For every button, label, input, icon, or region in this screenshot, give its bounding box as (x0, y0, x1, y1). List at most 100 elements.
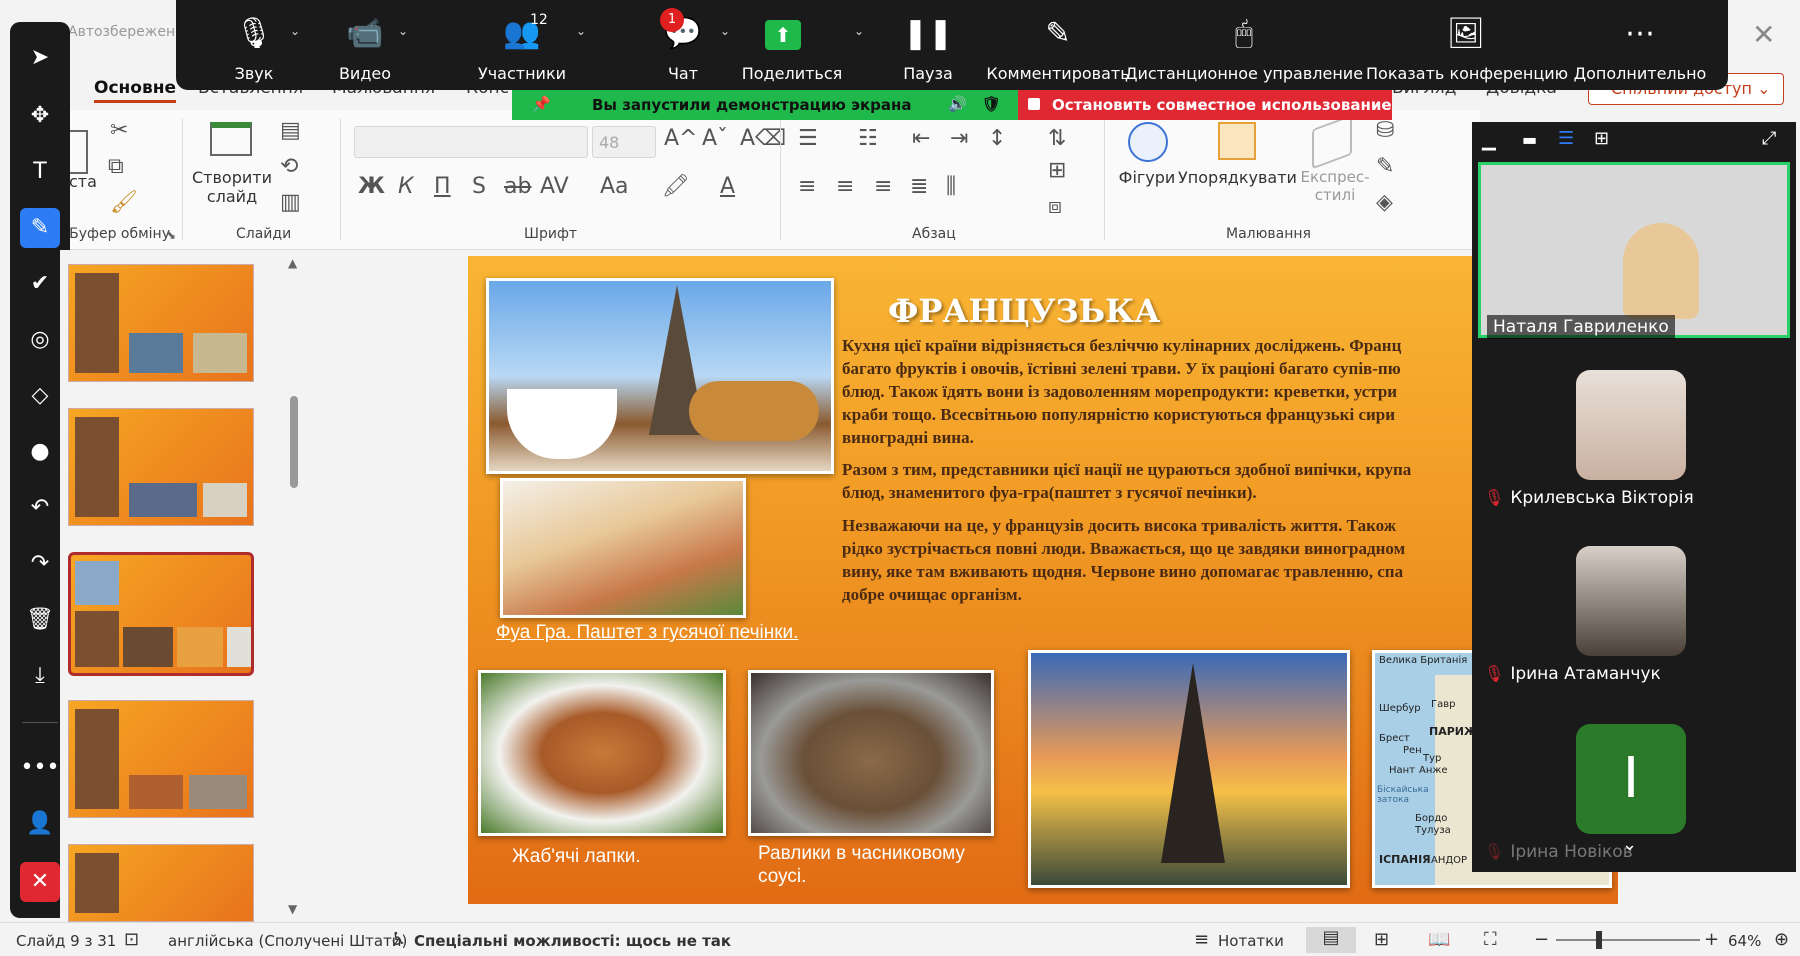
pause-share-button[interactable]: ❚❚ Пауза (878, 0, 978, 90)
stamp-check-icon[interactable]: ✔ (20, 264, 60, 304)
pin-icon[interactable]: 📌 (532, 95, 551, 113)
highlight-icon[interactable]: 🖍 (662, 174, 690, 199)
slide-sorter-icon[interactable]: ⊞ (1374, 929, 1389, 950)
zoom-slider-thumb[interactable] (1596, 931, 1602, 949)
copy-icon[interactable]: ⧉ (108, 154, 124, 179)
decrease-indent-icon[interactable]: ⇤ (912, 126, 930, 151)
audio-button[interactable]: 🎙 Звук ⌄ (198, 0, 310, 90)
italic-button[interactable]: К (398, 174, 414, 199)
more-button[interactable]: ⋯ Дополнительно (1570, 0, 1710, 90)
chevron-down-icon[interactable]: ⌄ (576, 24, 586, 38)
arrange-button[interactable]: Упорядкувати (1178, 168, 1297, 187)
window-close-button[interactable]: ✕ (1752, 18, 1775, 51)
underline-button[interactable]: П (434, 174, 451, 199)
speaker-view-icon[interactable]: ☰ (1558, 128, 1574, 149)
minimize-icon[interactable]: ▁ (1482, 130, 1496, 151)
align-center-icon[interactable]: ≡ (836, 174, 854, 199)
reset-icon[interactable]: ⟲ (280, 154, 298, 179)
slideshow-icon[interactable]: ⛶ (1484, 929, 1497, 950)
change-case-button[interactable]: Aa (600, 174, 629, 199)
chevron-down-icon[interactable]: ⌄ (398, 24, 408, 38)
numbering-icon[interactable]: ☷ (858, 126, 878, 151)
user-settings-icon[interactable]: 👤 (20, 804, 60, 844)
gallery-view-icon[interactable]: ⊞ (1594, 128, 1609, 149)
chevron-down-icon[interactable]: ⌄ (1622, 834, 1637, 855)
language-indicator[interactable]: англійська (Сполучені Штати) (168, 932, 407, 950)
notes-button[interactable]: Нотатки (1218, 932, 1284, 950)
select-arrow-icon[interactable]: ➤ (20, 38, 60, 78)
participants-button[interactable]: 👥 Участники ⌄ (452, 0, 592, 90)
align-left-icon[interactable]: ≡ (798, 174, 816, 199)
scrollbar-thumb[interactable] (290, 396, 298, 488)
text-direction-icon[interactable]: ⇅ (1048, 126, 1066, 151)
zoom-level[interactable]: 64% (1728, 932, 1761, 950)
annotate-button[interactable]: ✎ Комментировать (972, 0, 1144, 90)
strikethrough-button[interactable]: ab (504, 174, 531, 199)
justify-icon[interactable]: ≣ (910, 174, 928, 199)
chevron-down-icon[interactable]: ⌄ (290, 24, 300, 38)
video-button[interactable]: 📹 Видео ⌄ (310, 0, 420, 90)
text-tool-icon[interactable]: T (20, 152, 60, 192)
remote-control-button[interactable]: 🖱 Дистанционное управление (1124, 0, 1364, 90)
reading-view-icon[interactable]: 📖 (1428, 929, 1450, 950)
active-speaker-tile[interactable]: Наталя Гавриленко (1478, 162, 1790, 339)
bullets-icon[interactable]: ☰ (798, 126, 818, 151)
format-painter-icon[interactable]: 🖌 (110, 190, 138, 215)
zoom-in-icon[interactable]: + (1704, 929, 1719, 950)
bold-button[interactable]: Ж (358, 174, 385, 199)
slide-canvas[interactable]: Фуа Гра. Паштет з гусячої печінки. ФРАНЦ… (468, 256, 1618, 904)
line-spacing-icon[interactable]: ↕ (988, 126, 1006, 151)
pen-icon[interactable]: ✎ (20, 208, 60, 248)
grow-font-icon[interactable]: A^ (664, 126, 697, 151)
slide-thumbnail[interactable] (68, 408, 254, 526)
shadow-button[interactable]: S (472, 174, 486, 199)
new-slide-button[interactable]: Створити слайд (188, 168, 276, 206)
shrink-font-icon[interactable]: Aˇ (702, 126, 728, 151)
eraser-icon[interactable]: ◇ (20, 376, 60, 416)
shape-outline-icon[interactable]: ✎ (1376, 154, 1394, 179)
character-spacing-button[interactable]: AV (540, 174, 569, 199)
font-family-select[interactable] (354, 126, 588, 158)
layout-icon[interactable]: ▤ (280, 118, 301, 143)
speaker-icon[interactable]: 🔊 (948, 95, 967, 113)
spellcheck-icon[interactable]: ⊡ (124, 929, 139, 950)
stop-share-button[interactable]: Остановить совместное использование (1018, 90, 1392, 120)
section-icon[interactable]: ▥ (280, 190, 301, 215)
undo-icon[interactable]: ↶ (20, 488, 60, 528)
thumbnail-scrollbar[interactable]: ▲ ▼ (286, 256, 300, 916)
columns-icon[interactable]: ⫼ (946, 174, 956, 199)
slide-thumbnail[interactable] (68, 264, 254, 382)
fit-slide-icon[interactable]: ⊕ (1774, 929, 1789, 950)
redo-icon[interactable]: ↷ (20, 544, 60, 584)
show-meeting-button[interactable]: 🖼 Показать конференцию (1366, 0, 1568, 90)
align-text-icon[interactable]: ⊞ (1048, 158, 1066, 183)
increase-indent-icon[interactable]: ⇥ (950, 126, 968, 151)
cut-icon[interactable]: ✂ (110, 118, 128, 143)
spotlight-icon[interactable]: ◎ (20, 320, 60, 360)
shape-effects-icon[interactable]: ◈ (1376, 190, 1393, 215)
font-size-select[interactable]: 48 (592, 126, 656, 158)
quick-styles-button[interactable]: Експрес-стилі (1300, 168, 1370, 204)
slide-thumbnail[interactable] (68, 844, 254, 922)
share-screen-icon[interactable]: ⬆ (765, 20, 801, 50)
scroll-down-icon[interactable]: ▼ (288, 902, 297, 916)
tab-home[interactable]: Основне (94, 78, 176, 103)
expand-icon[interactable]: ⤢ (1762, 128, 1776, 149)
move-icon[interactable]: ✥ (20, 96, 60, 136)
slide-thumbnail-selected[interactable] (68, 552, 254, 676)
font-color-icon[interactable]: A (720, 174, 735, 199)
accessibility-status[interactable]: Спеціальні можливості: щось не так (414, 932, 731, 950)
thumbnail-view-icon[interactable]: ▬ (1522, 130, 1537, 149)
close-icon[interactable]: ✕ (20, 862, 60, 902)
color-picker-icon[interactable]: ● (20, 432, 60, 472)
scroll-up-icon[interactable]: ▲ (288, 256, 297, 270)
slide-thumbnail[interactable] (68, 700, 254, 818)
chevron-down-icon[interactable]: ⌄ (854, 24, 864, 38)
zoom-out-icon[interactable]: − (1534, 929, 1549, 950)
save-download-icon[interactable]: ⤓ (20, 656, 60, 696)
align-right-icon[interactable]: ≡ (874, 174, 892, 199)
shapes-button[interactable]: Фігури (1114, 168, 1180, 187)
shape-fill-icon[interactable]: ⛁ (1376, 118, 1394, 143)
normal-view-icon[interactable]: ▤ (1306, 927, 1356, 953)
more-options-icon[interactable]: ••• (20, 748, 60, 788)
